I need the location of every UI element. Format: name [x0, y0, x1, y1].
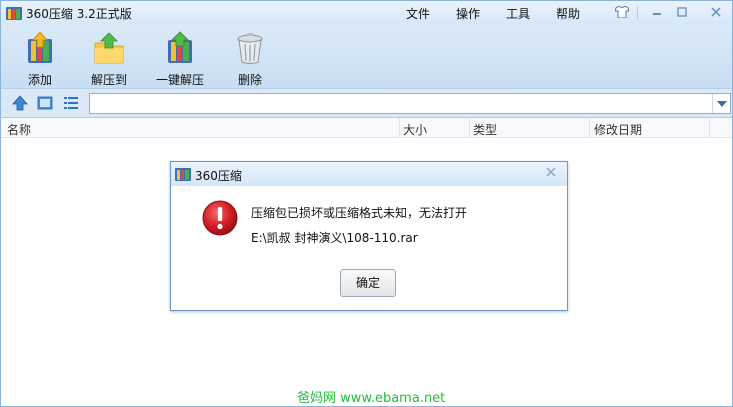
watermark-text: 爸妈网 www.ebama.net [297, 391, 446, 406]
chevron-down-icon [716, 100, 727, 107]
column-name[interactable]: 名称 [7, 121, 31, 138]
column-size[interactable]: 大小 [403, 121, 427, 138]
error-dialog: 360压缩 压缩包已损坏或压缩格式未知，无法打开 E:\凯叔 封神演义\108-… [170, 161, 568, 311]
column-divider[interactable] [709, 118, 710, 138]
dialog-message: 压缩包已损坏或压缩格式未知，无法打开 [251, 206, 468, 220]
menu-file[interactable]: 文件 [406, 5, 430, 22]
column-divider[interactable] [399, 118, 400, 138]
column-type[interactable]: 类型 [473, 121, 497, 138]
dialog-file-path: E:\凯叔 封神演义\108-110.rar [251, 231, 418, 245]
close-icon[interactable] [705, 3, 727, 21]
delete-button[interactable]: 删除 [220, 29, 280, 87]
extract-to-label: 解压到 [90, 73, 127, 87]
address-bar [89, 93, 731, 114]
view-thumbnail-icon[interactable] [36, 94, 54, 112]
one-click-extract-icon [168, 31, 192, 63]
column-modified-date[interactable]: 修改日期 [594, 121, 642, 138]
one-click-extract-label: 一键解压 [155, 73, 204, 87]
up-arrow-icon[interactable] [11, 94, 29, 112]
extract-to-button[interactable]: 解压到 [79, 29, 139, 87]
app-window: 360压缩 3.2正式版 文件 操作 工具 帮助 添加 解压到 一键解压 删除 … [0, 0, 733, 407]
delete-label: 删除 [237, 73, 262, 87]
title-bar: 360压缩 3.2正式版 文件 操作 工具 帮助 [1, 1, 732, 25]
add-button[interactable]: 添加 [10, 29, 70, 87]
view-list-icon[interactable] [62, 94, 80, 112]
column-divider[interactable] [589, 118, 590, 138]
dialog-title: 360压缩 [195, 169, 242, 183]
menu-tools[interactable]: 工具 [506, 5, 530, 22]
add-archive-icon [28, 31, 52, 63]
ok-button[interactable]: 确定 [340, 269, 396, 297]
add-label: 添加 [27, 73, 52, 87]
address-input[interactable] [90, 94, 710, 113]
column-divider[interactable] [469, 118, 470, 138]
address-row [1, 89, 732, 118]
maximize-icon[interactable] [671, 3, 693, 21]
toolbar: 添加 解压到 一键解压 删除 [1, 25, 732, 89]
skin-shirt-icon[interactable] [611, 3, 633, 21]
file-list-header: 名称 大小 类型 修改日期 [1, 118, 732, 138]
window-title: 360压缩 3.2正式版 [26, 7, 132, 21]
title-divider [637, 6, 638, 20]
one-click-extract-button[interactable]: 一键解压 [150, 29, 210, 87]
minimize-icon[interactable] [646, 3, 668, 21]
error-icon [202, 200, 238, 236]
menu-help[interactable]: 帮助 [556, 5, 580, 22]
app-logo-icon [6, 7, 22, 20]
dialog-close-icon[interactable] [543, 165, 559, 181]
extract-to-folder-icon [94, 32, 124, 64]
trash-bin-icon [237, 33, 263, 64]
dialog-title-bar: 360压缩 [171, 162, 567, 186]
menu-operate[interactable]: 操作 [456, 5, 480, 22]
address-dropdown-button[interactable] [712, 94, 730, 113]
app-logo-icon [175, 168, 191, 181]
